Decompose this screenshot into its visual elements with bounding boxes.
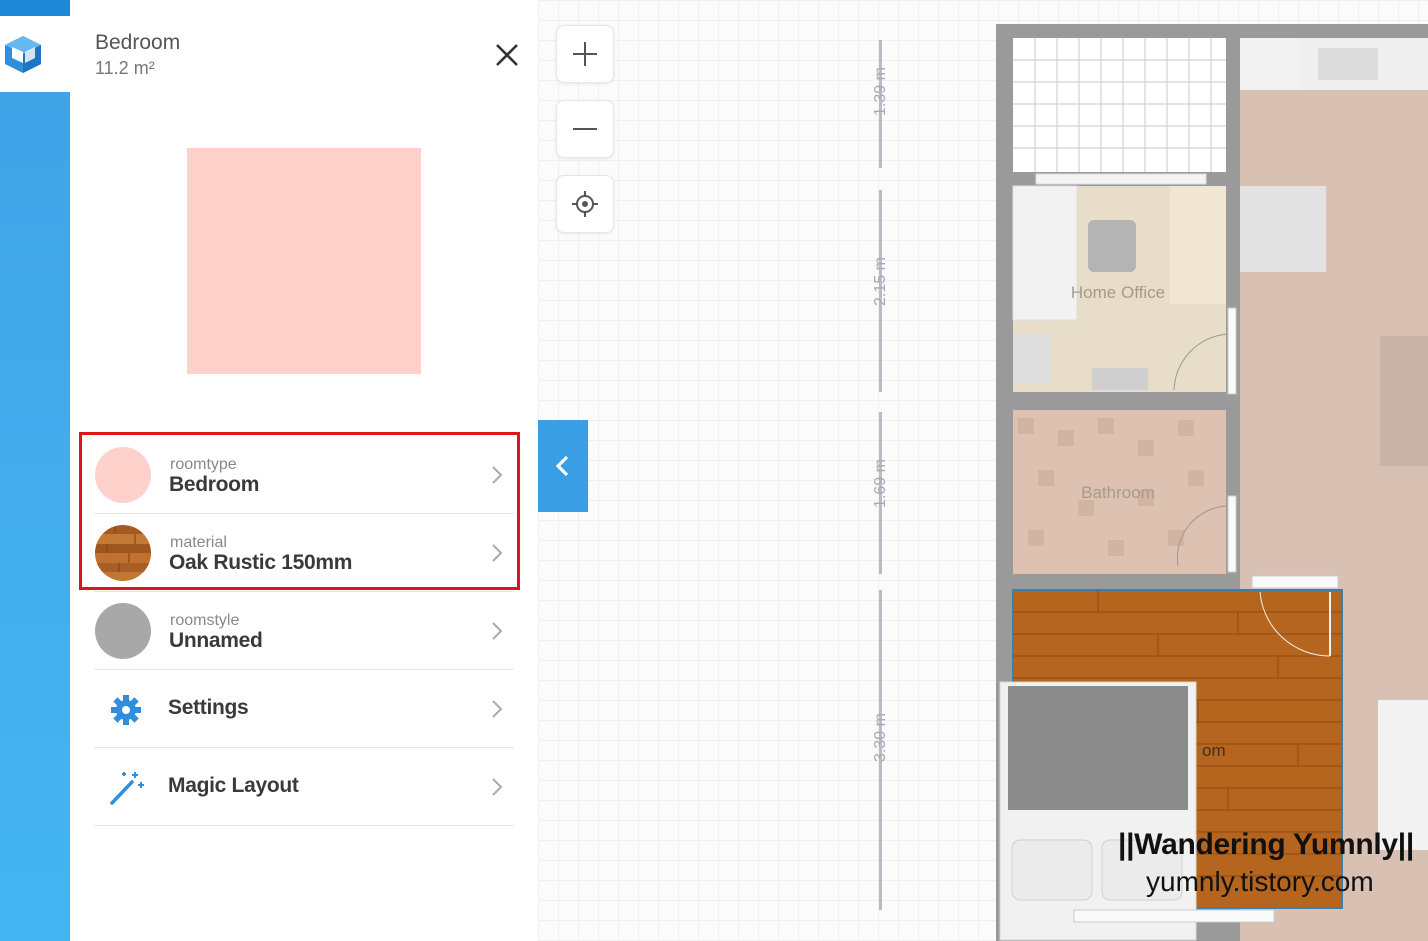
oak-wood-swatch <box>95 525 151 581</box>
dimension-label: 3.30 m <box>872 713 889 762</box>
locate-button[interactable] <box>556 175 614 233</box>
roomstyle-swatch <box>95 603 151 659</box>
settings-label: Settings <box>168 696 249 719</box>
zoom-in-icon <box>573 42 597 66</box>
magic-wand-icon <box>110 772 144 805</box>
material-value: Oak Rustic 150mm <box>169 551 353 574</box>
locate-icon <box>572 191 598 217</box>
roomstyle-caption: roomstyle <box>170 612 240 629</box>
room-area: 11.2 m² <box>95 58 155 78</box>
rail-top-bar <box>0 0 70 16</box>
roomtype-row[interactable]: roomtype Bedroom <box>94 436 514 514</box>
gear-icon <box>111 695 141 725</box>
chevron-left-icon <box>555 455 569 477</box>
chevron-right-icon <box>492 544 503 562</box>
app-logo[interactable] <box>0 16 70 92</box>
cube-logo-icon <box>5 36 41 73</box>
collapse-panel-button[interactable] <box>538 420 588 512</box>
close-icon <box>496 44 518 66</box>
bathroom-label: Bathroom <box>1081 483 1155 502</box>
close-button[interactable] <box>490 38 524 72</box>
zoom-in-button[interactable] <box>556 25 614 83</box>
bedroom-map-label: om <box>1202 741 1226 760</box>
roomtype-value: Bedroom <box>169 473 260 496</box>
chevron-right-icon <box>492 466 503 484</box>
zoom-out-icon <box>573 128 597 130</box>
magic-layout-row[interactable]: Magic Layout <box>94 748 514 826</box>
magic-layout-label: Magic Layout <box>168 774 299 797</box>
roomtype-swatch <box>95 447 151 503</box>
roomtype-caption: roomtype <box>170 456 237 473</box>
dimension-label: 2.15 m <box>872 257 889 306</box>
watermark-title: ||Wandering Yumnly|| <box>1118 828 1414 861</box>
material-row[interactable]: material Oak Rustic 150mm <box>94 514 514 592</box>
floorplan-drawing: Home Office Bathroom om <box>996 24 1428 941</box>
roomstyle-row[interactable]: roomstyle Unnamed <box>94 592 514 670</box>
chevron-right-icon <box>492 700 503 718</box>
dimension-label: 1.69 m <box>872 459 889 508</box>
zoom-out-button[interactable] <box>556 100 614 158</box>
roomstyle-value: Unnamed <box>169 629 263 652</box>
dimension-label: 1.39 m <box>872 67 889 116</box>
floorplan-canvas[interactable]: Home Office Bathroom om <box>538 0 1428 941</box>
settings-row[interactable]: Settings <box>94 670 514 748</box>
room-properties-panel: Bedroom 11.2 m² roomtype Bedroom materia… <box>70 0 538 941</box>
room-shape-preview <box>187 148 421 374</box>
material-caption: material <box>170 534 227 551</box>
home-office-label: Home Office <box>1071 283 1165 302</box>
app-sidebar-rail <box>0 0 70 941</box>
room-name: Bedroom <box>95 31 181 54</box>
watermark-url: yumnly.tistory.com <box>1146 866 1374 897</box>
chevron-right-icon <box>492 778 503 796</box>
chevron-right-icon <box>492 622 503 640</box>
